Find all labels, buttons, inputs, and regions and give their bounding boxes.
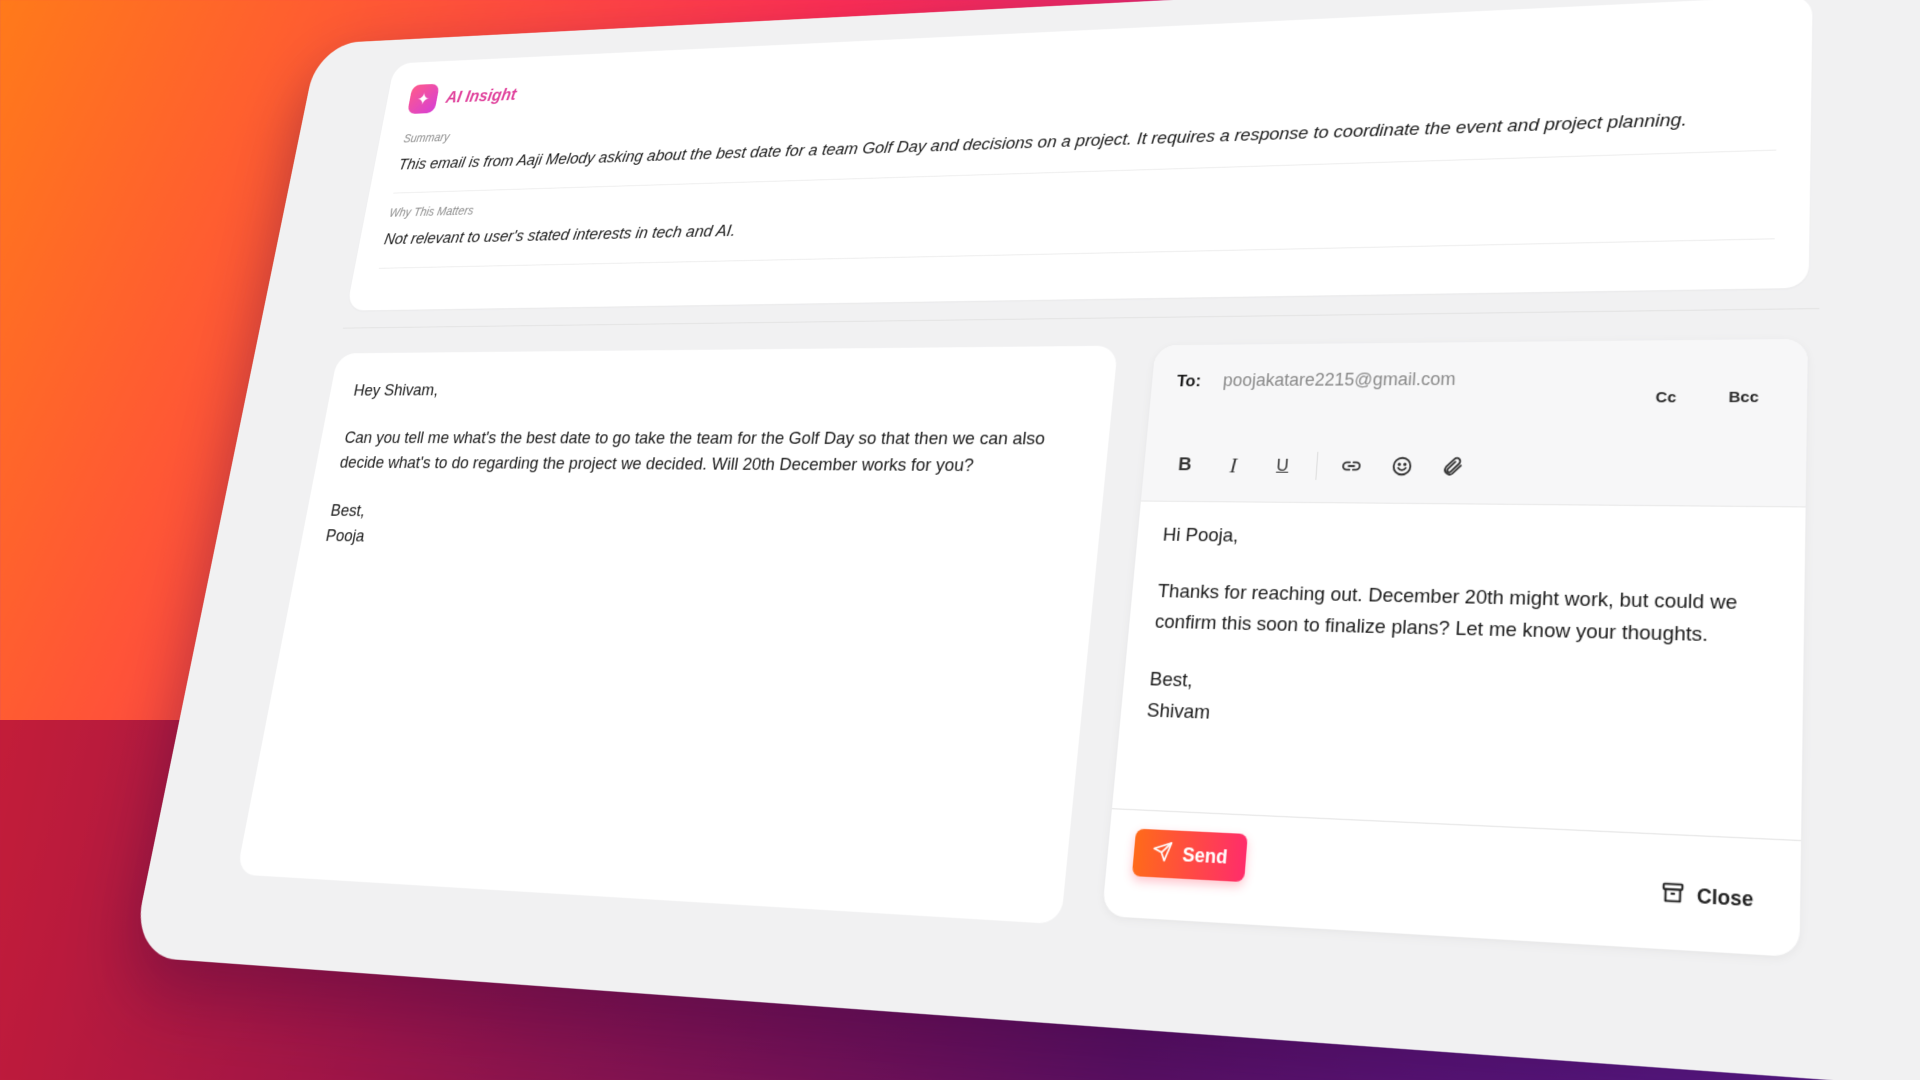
section-divider (342, 308, 1820, 329)
attachment-icon[interactable] (1436, 450, 1471, 483)
italic-button[interactable]: I (1216, 450, 1250, 482)
reply-editor[interactable]: Hi Pooja, Thanks for reaching out. Decem… (1145, 521, 1776, 750)
recipient-row: To: Cc Bcc (1147, 338, 1808, 432)
send-button[interactable]: Send (1131, 828, 1248, 883)
underline-button[interactable]: U (1265, 450, 1299, 482)
ai-insight-card: ✦ AI Insight Summary This email is from … (346, 0, 1813, 311)
send-label: Send (1181, 843, 1229, 868)
archive-icon (1660, 879, 1686, 912)
cc-button[interactable]: Cc (1655, 389, 1676, 406)
email-greeting: Hey Shivam, (352, 381, 440, 400)
sparkle-icon: ✦ (407, 83, 440, 115)
reply-greeting: Hi Pooja, (1161, 524, 1240, 547)
close-label: Close (1696, 884, 1754, 911)
reply-composer: To: Cc Bcc B I U (1101, 338, 1808, 958)
app-window: ✦ AI Insight Summary This email is from … (130, 0, 1920, 1080)
email-body-card: Hey Shivam, Can you tell me what's the b… (236, 345, 1118, 925)
ai-insight-title: AI Insight (444, 85, 518, 107)
close-button[interactable]: Close (1660, 879, 1754, 915)
email-body-text: Can you tell me what's the best date to … (338, 428, 1047, 476)
formatting-toolbar: B I U (1140, 429, 1807, 508)
emoji-icon[interactable] (1385, 450, 1420, 482)
email-content: Hey Shivam, Can you tell me what's the b… (323, 374, 1087, 561)
summary-label: Summary (402, 130, 451, 145)
why-matters-text: Not relevant to user's stated interests … (382, 221, 737, 249)
summary-text: This email is from Aaji Melody asking ab… (397, 110, 1688, 174)
bold-button[interactable]: B (1168, 449, 1202, 481)
toolbar-divider (1315, 451, 1319, 480)
why-matters-label: Why This Matters (388, 203, 475, 220)
send-icon (1151, 840, 1174, 868)
reply-body-text: Thanks for reaching out. December 20th m… (1154, 580, 1738, 647)
bcc-button[interactable]: Bcc (1728, 389, 1758, 407)
link-icon[interactable] (1334, 450, 1368, 482)
stage: ✦ AI Insight Summary This email is from … (0, 0, 1920, 1080)
to-input[interactable] (1220, 367, 1526, 392)
ai-insight-header: ✦ AI Insight (407, 80, 519, 115)
to-label: To: (1176, 371, 1202, 391)
